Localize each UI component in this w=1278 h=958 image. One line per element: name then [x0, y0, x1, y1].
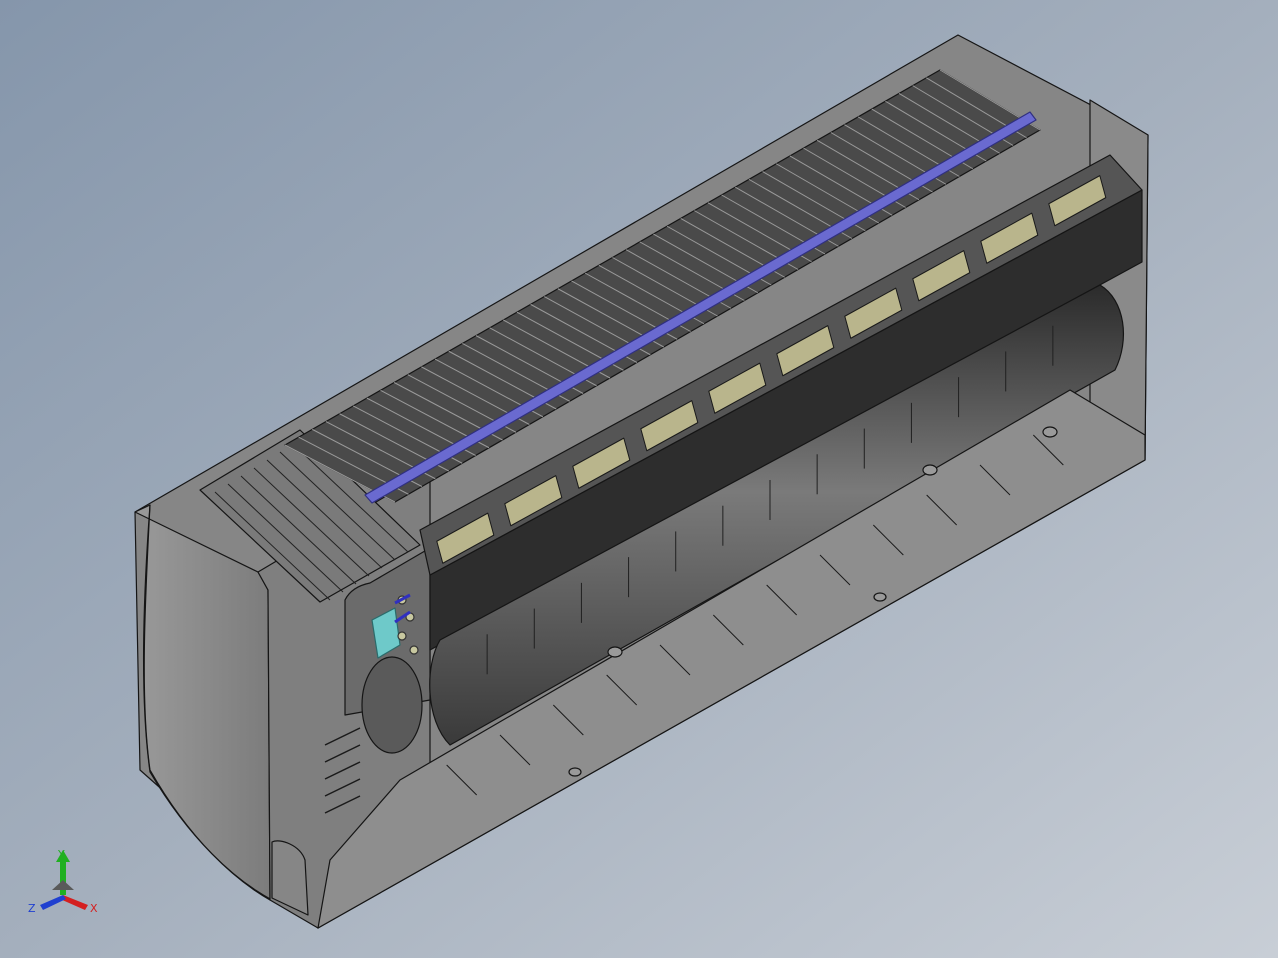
triad-y-axis	[60, 862, 66, 895]
fan-motor	[361, 656, 423, 754]
triad-z-label: Z	[28, 902, 36, 915]
cad-viewport[interactable]: Y X Z	[0, 0, 1278, 958]
model-canvas[interactable]: Y X Z	[0, 0, 1278, 958]
triad-x-label: X	[90, 902, 98, 915]
triad-y-label: Y	[57, 848, 65, 861]
